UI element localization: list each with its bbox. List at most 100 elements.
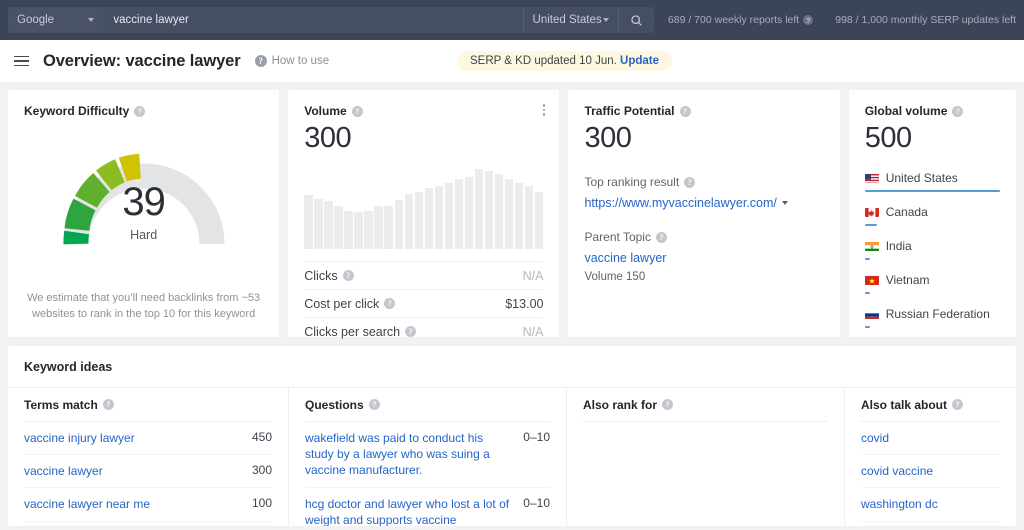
volume-metric-label: Clicks [304, 268, 338, 283]
help-icon[interactable]: ? [952, 399, 964, 410]
keyword-idea-volume: 100 [251, 496, 272, 511]
keyword-idea-row: north carolina [861, 522, 1000, 526]
traffic-potential-title: Traffic Potential [584, 104, 675, 118]
search-engine-label: Google [17, 14, 55, 26]
help-icon[interactable]: ? [134, 105, 146, 117]
flag-ru-icon [864, 309, 879, 319]
serp-updates-quota-text: 998 / 1,000 monthly SERP updates left [835, 14, 1016, 26]
volume-metric-value: $13.00 [505, 296, 544, 311]
country-select[interactable]: United States [522, 7, 618, 33]
column-header-label: Questions [305, 397, 364, 412]
keyword-idea-link[interactable]: washington dc [861, 496, 938, 512]
help-icon[interactable]: ? [405, 326, 417, 337]
volume-bar [454, 179, 464, 249]
help-icon[interactable]: ? [384, 298, 396, 309]
country-row[interactable]: United States [864, 171, 1000, 192]
status-badge: SERP & KD updated 10 Jun. Update [457, 51, 673, 71]
volume-bar [414, 191, 424, 249]
keyword-idea-volume: 0–10 [523, 430, 550, 444]
page-header: Overview: vaccine lawyer ? How to use SE… [0, 40, 1024, 82]
country-row-label-group: Vietnam [864, 273, 1000, 287]
hamburger-menu-icon[interactable] [14, 55, 29, 67]
help-icon[interactable]: ? [952, 105, 964, 117]
column-also-rank-for: Also rank for ? [566, 388, 844, 526]
metric-cards-row: Keyword Difficulty ? 39 Hard We estimate… [0, 90, 1024, 339]
top-ranking-result-label-row: Top ranking result ? [584, 175, 823, 189]
parent-topic-link[interactable]: vaccine lawyer [584, 251, 823, 265]
country-row-label-group: United States [864, 171, 1000, 185]
column-header-questions: Questions ? [305, 388, 550, 421]
volume-metric-label-group: Clicks per search? [304, 325, 417, 339]
keyword-idea-row: wakefield was paid to conduct his study … [305, 422, 550, 488]
questions-list: wakefield was paid to conduct his study … [305, 421, 550, 526]
help-icon[interactable]: ? [684, 176, 696, 188]
help-icon[interactable]: ? [679, 105, 691, 117]
how-to-use-link[interactable]: ? How to use [254, 55, 329, 67]
keyword-idea-link[interactable]: vaccine lawyer near me [24, 496, 150, 512]
country-name: Vietnam [885, 273, 930, 287]
volume-bar [534, 191, 544, 249]
also-rank-for-list [583, 421, 828, 422]
parent-topic-label-row: Parent Topic ? [584, 230, 823, 244]
column-header-label: Also talk about [861, 397, 948, 412]
help-icon[interactable]: ? [662, 399, 674, 410]
help-icon[interactable]: ? [368, 399, 380, 410]
volume-metric-label-group: Cost per click? [304, 296, 396, 311]
keyword-idea-link[interactable]: wakefield was paid to conduct his study … [305, 430, 513, 479]
country-row-label-group: Russian Federation [864, 307, 1000, 321]
global-volume-title: Global volume [864, 104, 948, 118]
status-badge-text: SERP & KD updated 10 Jun. [470, 55, 617, 67]
keyword-idea-link[interactable]: covid [861, 430, 889, 446]
flag-in-icon [864, 241, 879, 251]
help-icon[interactable]: ? [342, 270, 354, 281]
volume-metric-value: N/A [522, 324, 544, 339]
global-volume-value: 500 [864, 122, 912, 154]
update-link[interactable]: Update [620, 55, 659, 67]
search-button[interactable] [617, 7, 654, 33]
top-ranking-result-link[interactable]: https://www.myvaccinelawyer.com/ [584, 196, 823, 210]
volume-bar [424, 188, 434, 249]
serp-updates-quota: 998 / 1,000 monthly SERP updates left [835, 14, 1016, 26]
volume-bar [324, 201, 333, 249]
help-icon[interactable]: ? [351, 105, 363, 117]
country-name: Russian Federation [885, 307, 990, 321]
keyword-idea-row: hcg doctor and lawyer who lost a lot of … [305, 488, 550, 526]
volume-bar [514, 182, 524, 249]
volume-metric-label: Cost per click [304, 296, 380, 311]
weekly-reports-quota: 689 / 700 weekly reports left ? [667, 14, 814, 26]
search-engine-select[interactable]: Google [8, 7, 104, 33]
volume-metric-row: Clicks per search? N/A [304, 317, 544, 345]
keyword-idea-link[interactable]: hcg doctor and lawyer who lost a lot of … [305, 496, 513, 526]
keyword-idea-link[interactable]: vaccine lawyer [24, 463, 103, 479]
volume-bar [394, 200, 404, 249]
parent-topic-label: Parent Topic [584, 230, 651, 244]
column-header-also-rank-for: Also rank for ? [583, 388, 828, 421]
country-row-label-group: India [864, 239, 1000, 253]
more-options-icon[interactable] [542, 104, 546, 116]
country-row[interactable]: Vietnam [864, 273, 1000, 294]
country-breakdown-list: United States Canada India Vietnam Russian F… [864, 171, 1000, 328]
keyword-difficulty-value: 39 [122, 180, 166, 224]
column-questions: Questions ? wakefield was paid to conduc… [288, 388, 566, 526]
keyword-idea-row: vaccine injury lawyer 450 [24, 422, 272, 456]
country-row[interactable]: Russian Federation [864, 307, 1000, 328]
volume-bar [444, 182, 454, 249]
keyword-idea-link[interactable]: covid vaccine [861, 463, 933, 479]
help-icon[interactable]: ? [102, 399, 114, 410]
volume-bar [374, 205, 383, 249]
parent-topic-volume: Volume 150 [584, 271, 646, 283]
country-row[interactable]: India [864, 239, 1000, 260]
volume-bar [334, 205, 343, 249]
country-row[interactable]: Canada [864, 205, 1000, 226]
flag-ca-icon [864, 207, 879, 217]
volume-bar [484, 170, 494, 249]
chevron-down-icon [602, 18, 609, 22]
global-volume-card-header: Global volume ? [865, 104, 1000, 118]
help-icon[interactable]: ? [655, 231, 667, 243]
help-icon[interactable]: ? [803, 15, 814, 25]
volume-value: 300 [304, 122, 352, 154]
keyword-ideas-title: Keyword ideas [24, 360, 113, 374]
keyword-input[interactable] [103, 7, 523, 33]
weekly-reports-quota-text: 689 / 700 weekly reports left [667, 14, 800, 26]
keyword-idea-link[interactable]: vaccine injury lawyer [24, 430, 135, 446]
